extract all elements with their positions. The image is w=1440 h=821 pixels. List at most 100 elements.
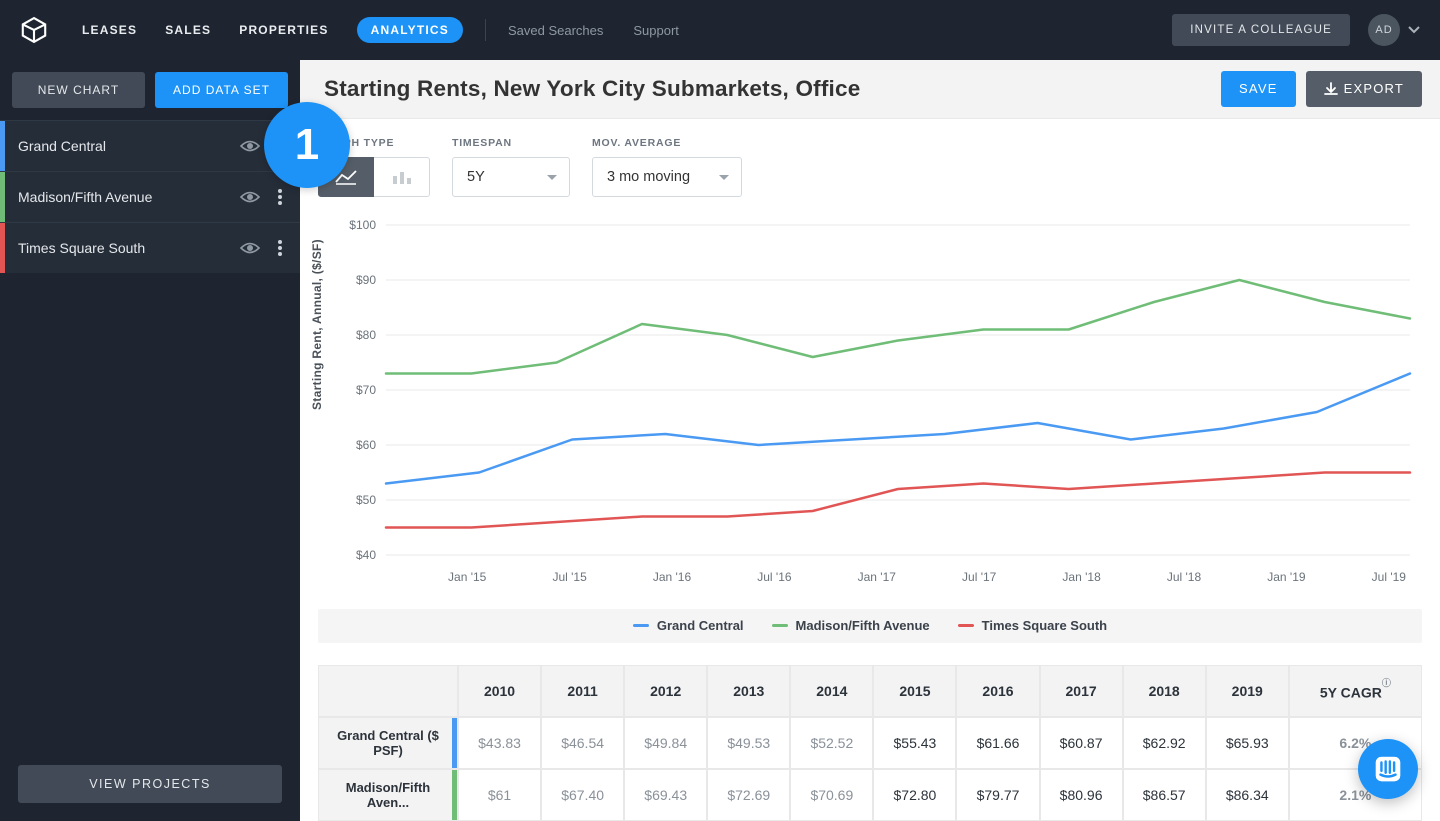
svg-text:Jul '16: Jul '16 (757, 570, 792, 584)
table-header-year: 2018 (1123, 665, 1206, 717)
dataset-label: Times Square South (18, 240, 238, 256)
mov-average-label: MOV. AVERAGE (592, 137, 742, 149)
table-header-year: 2011 (541, 665, 624, 717)
table-cell: $43.83 (458, 717, 541, 769)
brand-logo-icon[interactable] (20, 16, 48, 44)
nav-sales[interactable]: SALES (165, 23, 211, 37)
dataset-color-stripe (0, 172, 5, 222)
svg-text:Jan '15: Jan '15 (448, 570, 487, 584)
legend-swatch (772, 624, 788, 627)
annotation-marker: 1 (264, 102, 350, 188)
main-content: Starting Rents, New York City Submarkets… (300, 60, 1440, 821)
table-cell: $72.80 (873, 769, 956, 821)
chat-launcher-button[interactable] (1358, 739, 1418, 799)
svg-text:$100: $100 (349, 218, 376, 232)
table-cell: $60.87 (1040, 717, 1123, 769)
svg-text:$70: $70 (356, 383, 376, 397)
legend-item: Times Square South (958, 618, 1107, 633)
table-header-year: 2010 (458, 665, 541, 717)
table-header-year: 2015 (873, 665, 956, 717)
svg-text:$90: $90 (356, 273, 376, 287)
svg-text:Jan '16: Jan '16 (653, 570, 692, 584)
table-header-year: 2017 (1040, 665, 1123, 717)
table-cell: $65.93 (1206, 717, 1289, 769)
table-header-year: 2012 (624, 665, 707, 717)
table-header-cagr: 5Y CAGRⓘ (1289, 665, 1422, 717)
legend-label: Times Square South (982, 618, 1107, 633)
bar-chart-icon (390, 168, 414, 186)
nav-support[interactable]: Support (633, 23, 679, 38)
chat-icon (1373, 754, 1403, 784)
svg-text:Jul '19: Jul '19 (1372, 570, 1407, 584)
table-cell: $49.53 (707, 717, 790, 769)
new-chart-button[interactable]: NEW CHART (12, 72, 145, 108)
legend-label: Grand Central (657, 618, 744, 633)
table-cell: $61.66 (956, 717, 1039, 769)
graph-type-bar-button[interactable] (374, 157, 430, 197)
view-projects-button[interactable]: VIEW PROJECTS (18, 765, 282, 803)
chart-legend: Grand Central Madison/Fifth Avenue Times S… (318, 609, 1422, 643)
svg-text:Jul '18: Jul '18 (1167, 570, 1202, 584)
dataset-color-stripe (0, 121, 5, 171)
table-cell: $46.54 (541, 717, 624, 769)
avatar: AD (1368, 14, 1400, 46)
svg-text:Jan '17: Jan '17 (858, 570, 897, 584)
table-row-name: Grand Central ($ PSF) (318, 717, 458, 769)
visibility-toggle-icon[interactable] (238, 236, 262, 260)
table-cell: $86.57 (1123, 769, 1206, 821)
nav-saved-searches[interactable]: Saved Searches (508, 23, 603, 38)
visibility-toggle-icon[interactable] (238, 134, 262, 158)
svg-text:$40: $40 (356, 548, 376, 562)
nav-properties[interactable]: PROPERTIES (239, 23, 328, 37)
legend-item: Madison/Fifth Avenue (772, 618, 930, 633)
line-chart: $40 $50 $60 $70 $80 $90 $100 Jan '15 Jul '15 Jan … (318, 215, 1422, 595)
invite-colleague-button[interactable]: INVITE A COLLEAGUE (1172, 14, 1350, 46)
visibility-toggle-icon[interactable] (238, 185, 262, 209)
svg-text:$50: $50 (356, 493, 376, 507)
table-row: Grand Central ($ PSF)$43.83$46.54$49.84$… (318, 717, 1422, 769)
nav-analytics[interactable]: ANALYTICS (357, 17, 463, 43)
table-cell: $62.92 (1123, 717, 1206, 769)
svg-text:$80: $80 (356, 328, 376, 342)
dataset-item[interactable]: Grand Central (0, 120, 300, 171)
table-header-year: 2016 (956, 665, 1039, 717)
table-cell: $61 (458, 769, 541, 821)
table-cell: $86.34 (1206, 769, 1289, 821)
chart-y-axis-label: Starting Rent, Annual, ($/SF) (310, 239, 324, 410)
dataset-item[interactable]: Times Square South (0, 222, 300, 273)
export-label: EXPORT (1344, 81, 1404, 96)
table-cell: $70.69 (790, 769, 873, 821)
dataset-more-icon[interactable] (270, 236, 290, 260)
legend-item: Grand Central (633, 618, 744, 633)
svg-text:$60: $60 (356, 438, 376, 452)
dataset-more-icon[interactable] (270, 185, 290, 209)
table-cell: $79.77 (956, 769, 1039, 821)
svg-text:Jul '15: Jul '15 (552, 570, 587, 584)
legend-label: Madison/Fifth Avenue (796, 618, 930, 633)
mov-average-select[interactable]: 3 mo moving (592, 157, 742, 197)
user-menu[interactable]: AD (1368, 14, 1420, 46)
chevron-down-icon (1408, 24, 1420, 36)
table-cell: $67.40 (541, 769, 624, 821)
dataset-item[interactable]: Madison/Fifth Avenue (0, 171, 300, 222)
sidebar: NEW CHART ADD DATA SET Grand Central Mad… (0, 60, 300, 821)
svg-text:Jul '17: Jul '17 (962, 570, 997, 584)
table-header-year: 2014 (790, 665, 873, 717)
table-header-year: 2013 (707, 665, 790, 717)
table-cell: $80.96 (1040, 769, 1123, 821)
table-cell: $72.69 (707, 769, 790, 821)
export-button[interactable]: EXPORT (1306, 71, 1422, 107)
timespan-select[interactable]: 5Y (452, 157, 570, 197)
add-data-set-button[interactable]: ADD DATA SET (155, 72, 288, 108)
table-row: Madison/Fifth Aven... $61$67.40$69.43$72… (318, 769, 1422, 821)
table-cell: $52.52 (790, 717, 873, 769)
save-button[interactable]: SAVE (1221, 71, 1296, 107)
top-nav: LEASES SALES PROPERTIES ANALYTICS Saved … (0, 0, 1440, 60)
svg-text:Jan '18: Jan '18 (1062, 570, 1101, 584)
svg-text:Jan '19: Jan '19 (1267, 570, 1306, 584)
timespan-label: TIMESPAN (452, 137, 570, 149)
table-cell: $49.84 (624, 717, 707, 769)
nav-leases[interactable]: LEASES (82, 23, 137, 37)
dataset-label: Madison/Fifth Avenue (18, 189, 238, 205)
data-table: 2010201120122013201420152016201720182019… (318, 665, 1422, 821)
